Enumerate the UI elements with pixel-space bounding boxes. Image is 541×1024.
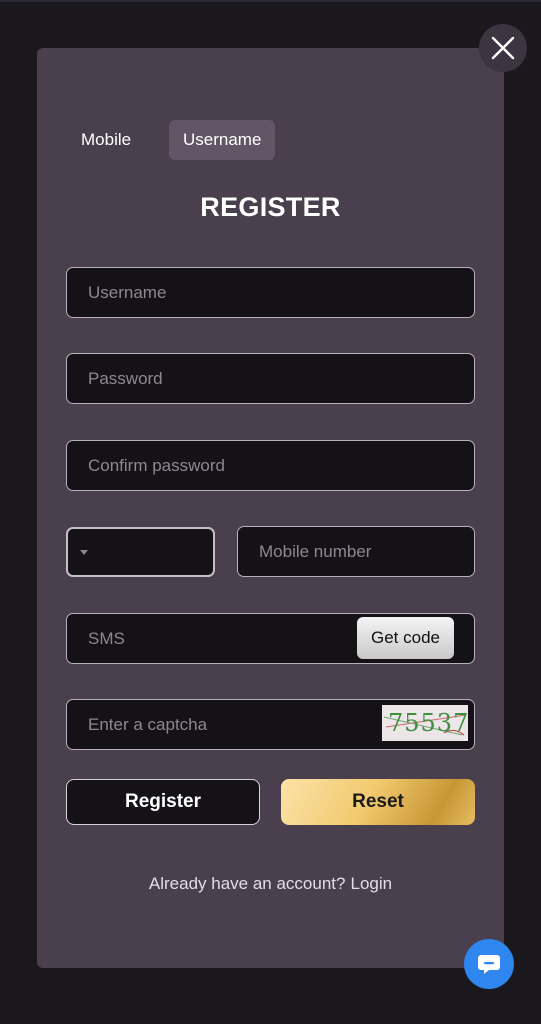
tab-username[interactable]: Username	[169, 120, 276, 160]
register-button[interactable]: Register	[66, 779, 260, 825]
login-link[interactable]: Login	[350, 874, 392, 893]
sms-input[interactable]	[67, 614, 348, 663]
sms-field: Get code	[66, 613, 475, 664]
chat-button[interactable]	[464, 939, 514, 989]
login-prompt: Already have an account? Login	[0, 874, 541, 894]
caret-down-icon	[80, 549, 88, 555]
page-title: REGISTER	[200, 192, 341, 222]
get-code-label: Get code	[371, 628, 440, 647]
mobile-number-field	[237, 526, 475, 577]
country-code-select[interactable]	[66, 527, 215, 577]
close-icon	[491, 36, 515, 60]
top-border	[0, 0, 541, 2]
tab-username-label: Username	[183, 130, 262, 149]
tab-mobile[interactable]: Mobile	[67, 120, 169, 160]
register-button-label: Register	[124, 791, 202, 812]
register-modal	[37, 48, 504, 968]
password-input[interactable]	[67, 354, 474, 403]
mobile-number-input[interactable]	[238, 527, 474, 576]
reset-button-label: Reset	[352, 791, 404, 812]
confirm-password-input[interactable]	[67, 441, 474, 490]
captcha-input[interactable]	[67, 700, 378, 749]
confirm-password-field	[66, 440, 475, 491]
captcha-image[interactable]: 75537	[382, 705, 468, 741]
close-button[interactable]	[479, 24, 527, 72]
tab-mobile-label: Mobile	[81, 130, 132, 149]
captcha-field: 75537	[66, 699, 475, 750]
username-field	[66, 267, 475, 318]
login-prompt-text: Already have an account?	[148, 874, 346, 893]
chat-icon	[478, 955, 500, 974]
reset-button[interactable]: Reset	[281, 779, 475, 825]
password-field	[66, 353, 475, 404]
register-tabs: Mobile Username	[67, 120, 276, 160]
username-input[interactable]	[67, 268, 474, 317]
captcha-text: 75537	[388, 709, 468, 737]
get-code-button[interactable]: Get code	[357, 617, 454, 659]
